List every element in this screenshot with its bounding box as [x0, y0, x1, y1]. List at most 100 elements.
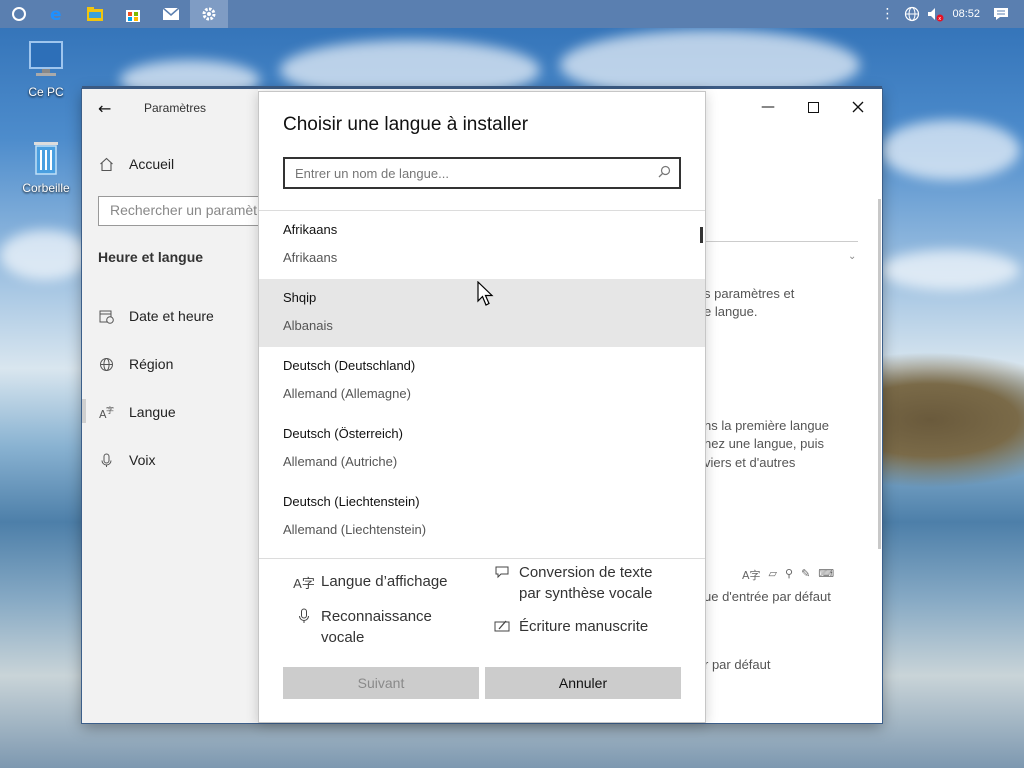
desktop-icon-label: Ce PC	[28, 85, 64, 99]
clock[interactable]: 08:52	[952, 8, 980, 20]
file-explorer-icon	[87, 7, 103, 21]
minimize-button[interactable]: —	[745, 95, 791, 119]
sidebar-item-label: Date et heure	[129, 308, 214, 324]
file-explorer-button[interactable]	[76, 0, 114, 28]
settings-taskbar-button[interactable]	[190, 0, 228, 28]
feature-label: Langue d’affichage	[321, 573, 448, 590]
action-center-icon[interactable]	[992, 6, 1010, 22]
microphone-icon: ⚲	[785, 567, 794, 580]
list-item[interactable]: Deutsch (Österreich) Allemand (Autriche)	[259, 415, 705, 483]
language-french-name: Afrikaans	[283, 250, 338, 265]
cloud	[0, 230, 90, 280]
cortana-button[interactable]	[0, 0, 38, 28]
network-globe-icon[interactable]	[904, 6, 920, 22]
dialog-title: Choisir une langue à installer	[283, 114, 529, 135]
calendar-clock-icon	[98, 308, 114, 324]
svg-text:x: x	[939, 16, 942, 22]
edge-icon: e	[50, 5, 62, 23]
settings-search-input[interactable]: Rechercher un paramètre	[98, 196, 268, 226]
keyboard-icon: ⌨	[818, 567, 835, 580]
language-icon: A字	[98, 404, 114, 420]
close-button[interactable]	[835, 95, 881, 119]
close-icon	[852, 101, 864, 113]
feature-text-to-speech: Conversion de texte par synthèse vocale	[491, 562, 652, 604]
mouse-cursor-icon	[477, 281, 494, 306]
cloud	[880, 120, 1020, 180]
language-list: Afrikaans Afrikaans Shqip Albanais Deuts…	[259, 211, 705, 559]
language-search-input[interactable]	[285, 159, 625, 187]
choose-language-dialog: Choisir une langue à installer Afrikaans…	[258, 91, 706, 723]
sidebar-item-label: Accueil	[129, 156, 175, 172]
maximize-button[interactable]	[790, 95, 836, 119]
language-search-field[interactable]	[283, 157, 681, 189]
feature-icons-row: A字 ▱ ⚲ ✎ ⌨	[742, 567, 834, 583]
recycle-bin-icon	[34, 142, 58, 175]
language-icon: A字	[293, 576, 315, 591]
language-native-name: Deutsch (Deutschland)	[283, 358, 416, 373]
background-field-underline	[706, 241, 858, 242]
list-item[interactable]: Deutsch (Deutschland) Allemand (Allemagn…	[259, 347, 705, 415]
sidebar-item-voice[interactable]: Voix	[98, 448, 155, 472]
feature-label-line: par synthèse vocale	[519, 585, 653, 602]
desktop-icon-recycle-bin[interactable]: Corbeille	[14, 138, 78, 195]
feature-handwriting: Écriture manuscrite	[491, 616, 648, 639]
language-french-name: Allemand (Allemagne)	[283, 386, 411, 401]
feature-label-line: Conversion de texte	[519, 564, 653, 581]
sidebar-item-date-time[interactable]: Date et heure	[98, 304, 214, 328]
mail-button[interactable]	[152, 0, 190, 28]
system-tray: ⋮ x 08:52	[880, 0, 1024, 28]
search-icon	[658, 165, 671, 182]
cancel-button[interactable]: Annuler	[485, 667, 681, 699]
microphone-icon	[98, 452, 114, 468]
background-text: nez une langue, puis	[704, 436, 824, 451]
settings-scrollbar[interactable]	[878, 199, 881, 549]
sidebar-item-region[interactable]: Région	[98, 352, 173, 376]
back-arrow-icon[interactable]: ←	[98, 99, 111, 118]
speech-bubble-icon: ▱	[768, 567, 777, 580]
feature-label: Écriture manuscrite	[519, 618, 649, 635]
mail-icon	[162, 7, 180, 20]
section-heading: Heure et langue	[98, 249, 204, 265]
next-button[interactable]: Suivant	[283, 667, 479, 699]
feature-label-line: Reconnaissance	[321, 608, 432, 625]
list-item[interactable]: Deutsch (Liechtenstein) Allemand (Liecht…	[259, 483, 705, 551]
settings-icon	[202, 7, 216, 21]
language-icon: A字	[742, 569, 761, 582]
handwriting-icon	[491, 616, 513, 639]
background-text: viers et d'autres	[704, 455, 796, 470]
language-french-name: Allemand (Autriche)	[283, 454, 398, 469]
sidebar-item-label: Langue	[129, 404, 176, 420]
desktop-icon-this-pc[interactable]: Ce PC	[14, 40, 78, 99]
settings-sidebar: ← Paramètres Accueil Rechercher un param…	[82, 89, 268, 723]
background-text: r par défaut	[704, 657, 771, 672]
desktop-icon-label: Corbeille	[22, 181, 70, 195]
sidebar-item-language[interactable]: A字 Langue	[98, 400, 176, 424]
edge-button[interactable]: e	[38, 0, 76, 28]
globe-icon	[98, 356, 114, 372]
language-french-name: Allemand (Liechtenstein)	[283, 522, 427, 537]
list-scrollbar-thumb[interactable]	[700, 227, 703, 243]
svg-text:e: e	[50, 5, 62, 23]
background-text: ue d'entrée par défaut	[704, 589, 831, 604]
sidebar-item-home[interactable]: Accueil	[98, 152, 174, 176]
list-item[interactable]: Afrikaans Afrikaans	[259, 211, 705, 279]
background-text: s paramètres et	[704, 286, 795, 301]
feature-label: Reconnaissance vocale	[321, 606, 432, 648]
language-native-name: Deutsch (Österreich)	[283, 426, 403, 441]
maximize-icon	[807, 101, 819, 113]
handwriting-icon: ✎	[801, 567, 811, 580]
feature-speech-recognition: Reconnaissance vocale	[293, 606, 432, 648]
more-icon[interactable]: ⋮	[880, 6, 894, 22]
cloud	[880, 250, 1020, 290]
microphone-icon	[293, 606, 315, 630]
language-french-name: Albanais	[283, 318, 333, 333]
divider	[259, 558, 705, 559]
volume-muted-icon[interactable]: x	[926, 6, 944, 22]
background-text: e langue.	[704, 304, 758, 319]
feature-display-language: A字 Langue d’affichage	[293, 571, 448, 594]
sidebar-item-label: Voix	[129, 452, 156, 468]
feature-label-line: vocale	[321, 629, 365, 646]
computer-icon	[29, 41, 63, 76]
window-title: Paramètres	[144, 101, 207, 115]
store-button[interactable]	[114, 0, 152, 28]
